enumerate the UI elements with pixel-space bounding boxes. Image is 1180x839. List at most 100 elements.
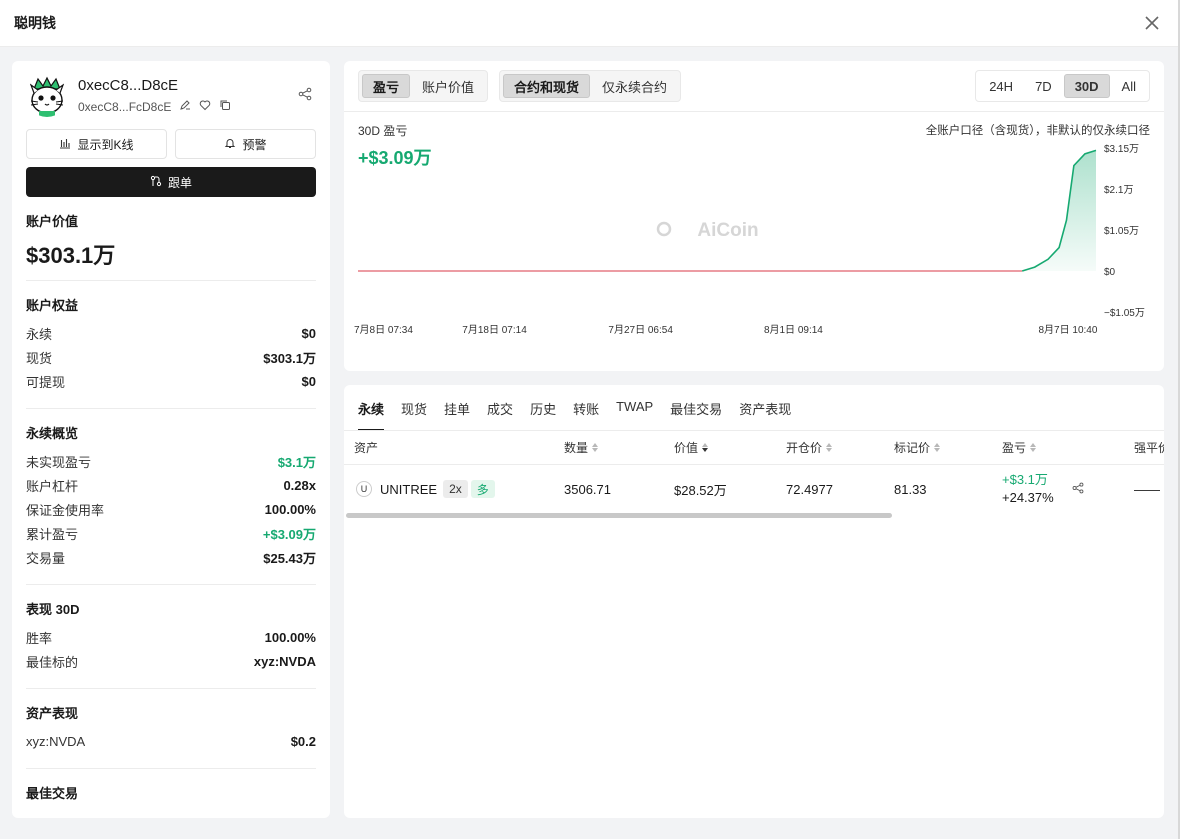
- leverage-badge: 2x: [443, 480, 468, 498]
- asset-logo-icon: U: [356, 481, 372, 497]
- show-kline-button[interactable]: 显示到K线: [26, 129, 167, 159]
- column-header-label: 强平价: [1134, 441, 1164, 455]
- divider: [26, 280, 316, 281]
- column-header[interactable]: 盈亏: [1002, 431, 1037, 464]
- column-header-label: 资产: [354, 441, 379, 455]
- performance-section: 表现 30D 胜率 100.00% 最佳标的 xyz:NVDA: [26, 599, 316, 673]
- perp-overview-section: 永续概览 未实现盈亏 $3.1万 账户杠杆 0.28x 保证金使用率 100.00% 累计盈…: [26, 423, 316, 569]
- positions-tab-1[interactable]: 现货: [401, 397, 427, 431]
- positions-tab-6[interactable]: TWAP: [616, 397, 653, 431]
- equity-value: $0: [301, 325, 316, 341]
- x-tick-label: 7月8日 07:34: [354, 324, 413, 336]
- sort-icon: [934, 443, 941, 452]
- range-tab-3[interactable]: All: [1112, 74, 1146, 98]
- y-tick-label: $1.05万: [1104, 226, 1139, 237]
- close-icon[interactable]: [1140, 11, 1164, 35]
- equity-title: 账户权益: [26, 298, 79, 313]
- value-cell: $28.52万: [674, 482, 727, 498]
- equity-label: 现货: [26, 350, 53, 366]
- equity-row: 可提现 $0: [26, 369, 316, 393]
- scope-tab-1[interactable]: 仅永续合约: [592, 74, 677, 98]
- share-icon[interactable]: [298, 87, 312, 106]
- pnl-chart-card: 盈亏 账户价值 合约和现货 仅永续合约 24H 7D 30D All 30D 盈亏 +$3…: [344, 61, 1164, 371]
- performance-title: 表现 30D: [26, 602, 80, 617]
- x-tick-label: 8月7日 10:40: [1038, 324, 1097, 336]
- positions-tab-7[interactable]: 最佳交易: [670, 397, 722, 431]
- entry-cell: 72.4977: [786, 481, 833, 497]
- perp-overview-title: 永续概览: [26, 426, 79, 441]
- equity-label: 可提现: [26, 374, 66, 390]
- share-icon[interactable]: [1072, 482, 1084, 497]
- title-bar: 聪明钱: [0, 0, 1178, 47]
- alert-button[interactable]: 预警: [175, 129, 316, 159]
- table-row[interactable]: U UNITREE 2x 多 3506.71 $28.52万 72.4977 81.33 +$3…: [344, 465, 1164, 513]
- positions-tab-5[interactable]: 转账: [573, 397, 599, 431]
- action-row: 显示到K线 预警: [26, 129, 316, 159]
- pnl-chart: AiCoin $3.15万 $2.1万 $1.05万 $0 −$1.05万 7月8日 07:…: [354, 144, 1145, 336]
- series-area: [1022, 150, 1096, 271]
- perp-overview-row: 账户杠杆 0.28x: [26, 473, 316, 497]
- account-value-label: 账户价值: [26, 214, 79, 229]
- metric-tab-0[interactable]: 盈亏: [362, 74, 411, 98]
- x-tick-label: 7月27日 06:54: [608, 324, 673, 336]
- best-trades-title: 最佳交易: [26, 786, 79, 801]
- performance-value: 100.00%: [264, 629, 316, 645]
- profile-name: 0xecC8...D8cE: [78, 77, 179, 94]
- column-header[interactable]: 数量: [564, 431, 599, 464]
- y-tick-label: −$1.05万: [1104, 308, 1145, 319]
- window-title: 聪明钱: [14, 15, 56, 31]
- metric-tab-1[interactable]: 账户价值: [412, 74, 484, 98]
- positions-tab-2[interactable]: 挂单: [444, 397, 470, 431]
- edit-icon[interactable]: [179, 99, 191, 114]
- perp-overview-value: $3.1万: [277, 454, 316, 470]
- performance-value: xyz:NVDA: [253, 653, 316, 669]
- copy-icon[interactable]: [219, 99, 231, 114]
- perp-overview-label: 账户杠杆: [26, 478, 79, 494]
- perp-overview-value: $25.43万: [263, 550, 316, 566]
- equity-section: 账户权益 永续 $0 现货 $303.1万可提现 $0: [26, 295, 316, 393]
- range-toggle: 24H 7D 30D All: [975, 70, 1150, 102]
- positions-tab-8[interactable]: 资产表现: [739, 397, 791, 431]
- copy-trade-icon: [150, 175, 162, 190]
- asset-performance-value: $0.2: [290, 733, 316, 749]
- perp-overview-label: 累计盈亏: [26, 526, 79, 542]
- divider: [26, 408, 316, 409]
- profile-address-row: 0xecC8...FcD8cE: [78, 99, 231, 114]
- asset-performance-label: xyz:NVDA: [26, 733, 86, 749]
- range-tab-1[interactable]: 7D: [1025, 74, 1062, 98]
- asset-name[interactable]: UNITREE: [380, 482, 437, 497]
- perp-overview-label: 未实现盈亏: [26, 454, 92, 470]
- perp-overview-label: 交易量: [26, 550, 66, 566]
- positions-card: 永续 现货 挂单 成交 历史 转账 TWAP 最佳交易 资产表现 资产 数量 价值 开仓价 标记价 盈亏 强…: [344, 385, 1164, 818]
- scope-tab-0[interactable]: 合约和现货: [503, 74, 591, 98]
- y-tick-label: $2.1万: [1104, 185, 1133, 196]
- perp-overview-row: 累计盈亏 +$3.09万: [26, 521, 316, 545]
- horizontal-scrollbar[interactable]: [346, 513, 892, 518]
- column-header[interactable]: 标记价: [894, 431, 941, 464]
- follow-button[interactable]: 跟单: [26, 167, 316, 197]
- positions-tab-3[interactable]: 成交: [487, 397, 513, 431]
- sort-icon: [702, 443, 709, 452]
- liq-cell: ——: [1134, 481, 1160, 497]
- heart-icon[interactable]: [199, 99, 211, 114]
- range-tab-0[interactable]: 24H: [979, 74, 1023, 98]
- column-header[interactable]: 价值: [674, 431, 709, 464]
- pnl-amount: +$3.1万: [1002, 472, 1048, 487]
- account-value-section: 账户价值 $303.1万: [26, 211, 316, 270]
- asset-performance-title: 资产表现: [26, 706, 79, 721]
- column-header: 资产: [354, 431, 378, 464]
- positions-tab-4[interactable]: 历史: [530, 397, 556, 431]
- account-value: $303.1万: [26, 243, 116, 268]
- equity-label: 永续: [26, 326, 53, 342]
- performance-label: 最佳标的: [26, 654, 79, 670]
- performance-label: 胜率: [26, 630, 53, 646]
- range-tab-2[interactable]: 30D: [1063, 74, 1110, 98]
- column-header: 强平价: [1134, 431, 1164, 464]
- equity-value: $303.1万: [263, 350, 316, 366]
- asset-performance-section: 资产表现 xyz:NVDA $0.2: [26, 703, 316, 753]
- column-header-label: 价值: [674, 441, 699, 455]
- perp-overview-row: 交易量 $25.43万: [26, 545, 316, 569]
- column-header[interactable]: 开仓价: [786, 431, 833, 464]
- asset-cell: U UNITREE 2x 多: [356, 465, 495, 513]
- positions-tab-0[interactable]: 永续: [358, 397, 385, 431]
